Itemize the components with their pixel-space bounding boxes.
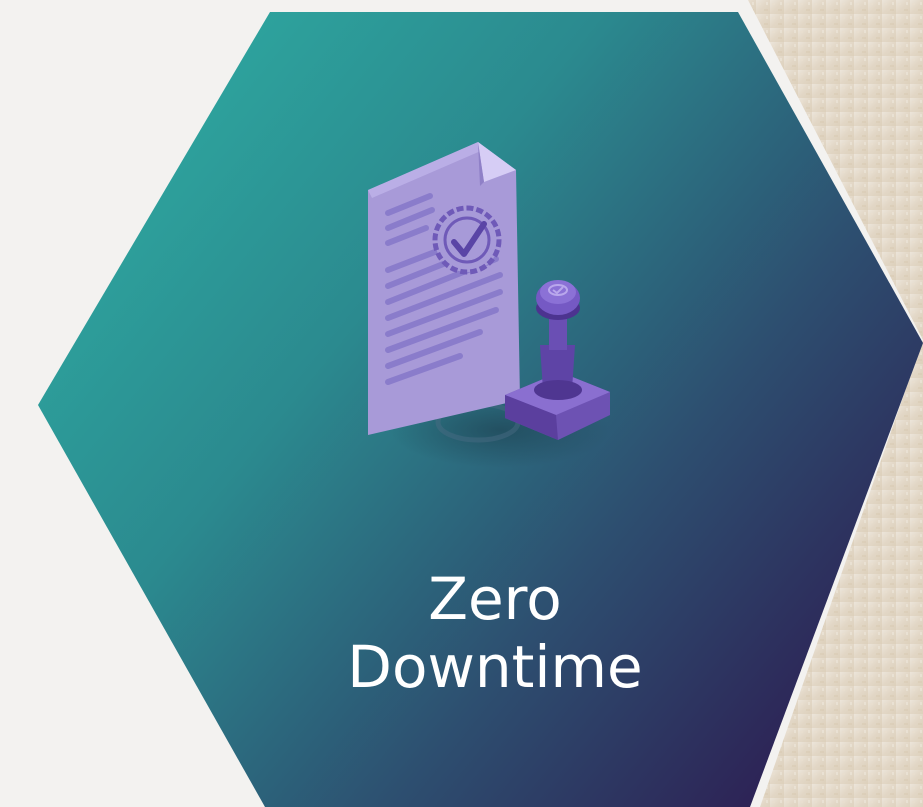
card-title: Zero Downtime [260, 565, 730, 701]
title-line-1: Zero [428, 565, 562, 633]
title-line-2: Downtime [347, 633, 643, 701]
canvas: Zero Downtime [0, 0, 923, 807]
